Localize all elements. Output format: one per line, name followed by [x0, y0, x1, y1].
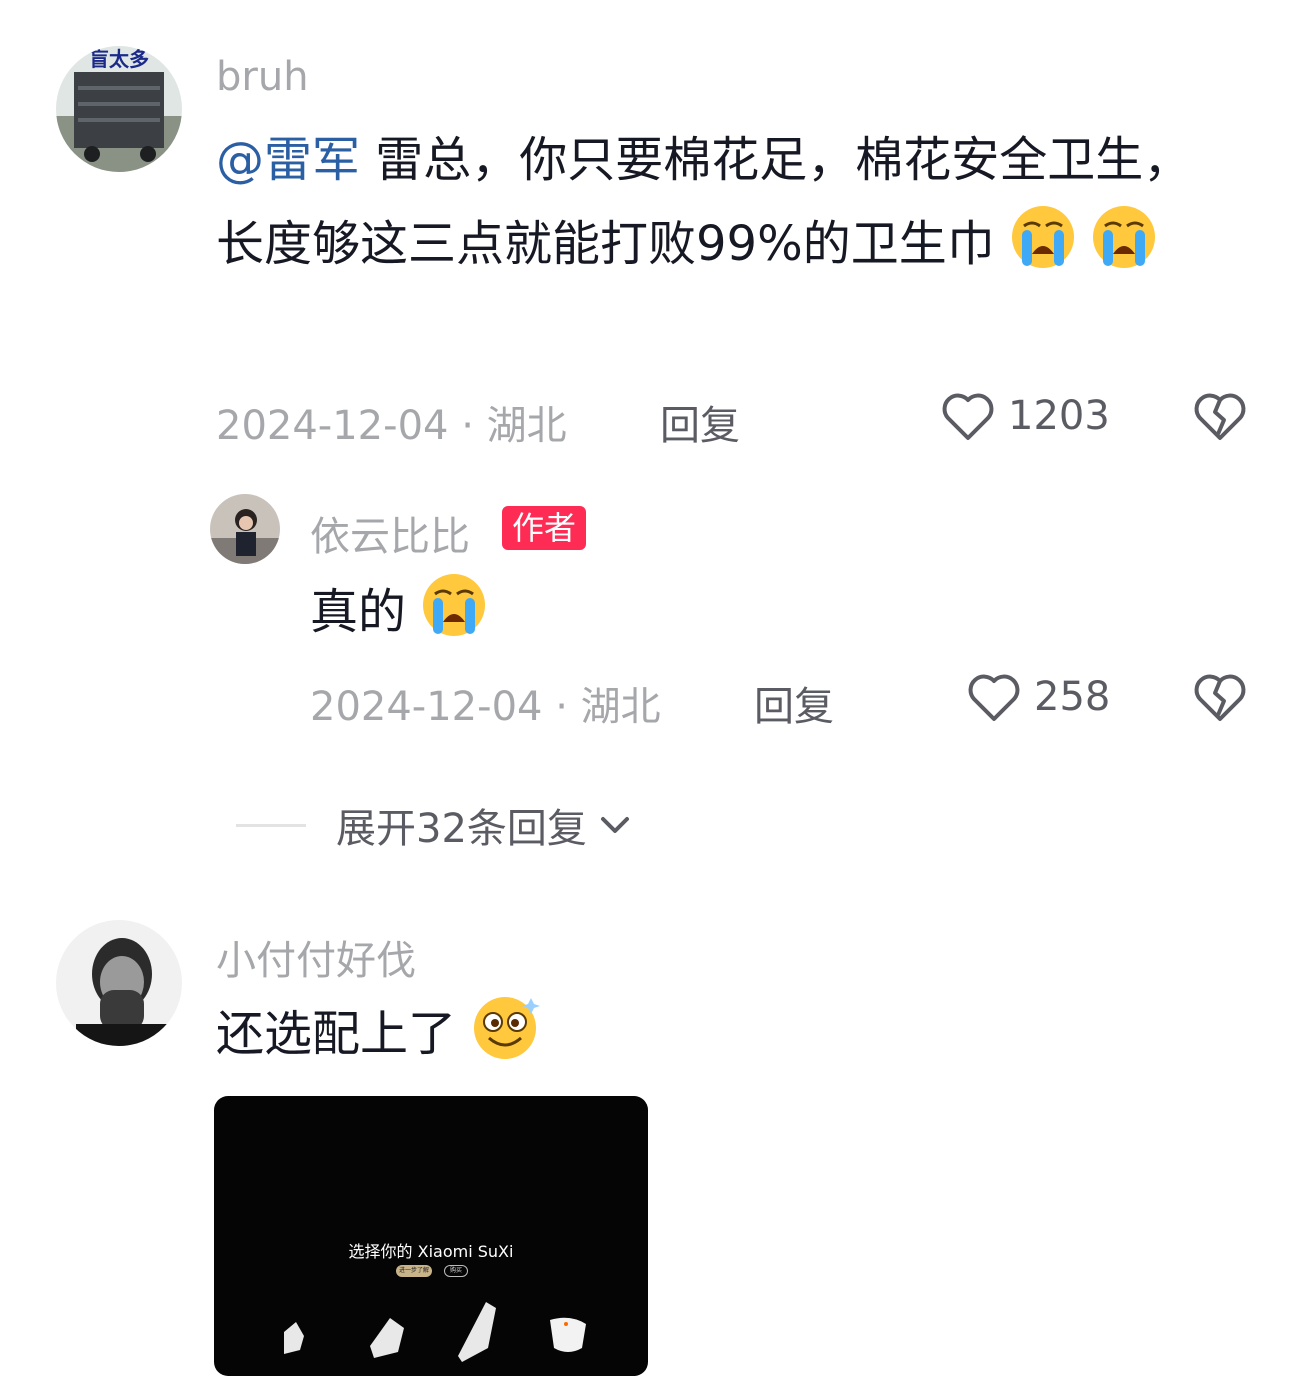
loudly-crying-emoji — [1010, 204, 1076, 296]
loudly-crying-emoji — [1091, 204, 1157, 296]
comment-location: 湖北 — [580, 684, 661, 730]
reply-button[interactable]: 回复 — [754, 674, 834, 732]
comment-date: 2024-12-04 — [216, 403, 449, 449]
expand-replies-label: 展开32条回复 — [336, 806, 587, 852]
media-pill-primary: 进一步了解 — [396, 1265, 432, 1277]
comment-item: 小付付好伐 还选配上了 选择你的 Xiaomi SuXi 进一步了解 购买 — [0, 900, 1316, 1376]
reply-button[interactable]: 回复 — [660, 393, 740, 451]
like-count: 258 — [1034, 674, 1111, 720]
meta-separator: · — [461, 403, 474, 449]
dislike-button[interactable] — [1192, 671, 1248, 727]
comment-meta: 2024-12-04 · 湖北 — [216, 393, 567, 451]
broken-heart-icon — [1194, 674, 1246, 721]
reply-item: 依云比比 作者 真的 2024-12-04 · 湖北 回复 258 — [0, 460, 1316, 780]
heart-outline-icon — [968, 674, 1020, 721]
username[interactable]: 小付付好伐 — [216, 928, 416, 986]
media-pill-secondary: 购买 — [444, 1265, 468, 1277]
like-button[interactable]: 258 — [966, 671, 1110, 723]
mention-link[interactable]: @雷军 — [216, 132, 360, 188]
comment-date: 2024-12-04 — [310, 684, 543, 730]
loudly-crying-emoji — [421, 572, 487, 664]
comment-item: 盲太多 bruh @雷军 雷总，你只要棉花足，棉花安全卫生，长度够这三点就能打败… — [0, 0, 1316, 460]
heart-outline-icon — [942, 393, 994, 440]
dizzy-face-emoji — [471, 992, 543, 1086]
avatar[interactable] — [56, 920, 182, 1046]
expand-replies-button[interactable]: 展开32条回复 — [236, 796, 635, 854]
meta-separator: · — [555, 684, 568, 730]
comment-location: 湖北 — [486, 403, 567, 449]
comment-text: 真的 — [310, 570, 487, 664]
broken-heart-icon — [1194, 393, 1246, 440]
comment-text: @雷军 雷总，你只要棉花足，棉花安全卫生，长度够这三点就能打败99%的卫生巾 — [216, 118, 1226, 296]
username[interactable]: bruh — [216, 54, 309, 100]
comment-meta: 2024-12-04 · 湖北 — [310, 674, 661, 732]
media-thumbnail[interactable]: 选择你的 Xiaomi SuXi 进一步了解 购买 — [214, 1096, 648, 1376]
comment-body: 还选配上了 — [216, 1006, 457, 1062]
svg-text:盲太多: 盲太多 — [89, 47, 149, 71]
chevron-down-icon — [600, 817, 629, 833]
avatar[interactable] — [210, 494, 280, 564]
product-images — [284, 1302, 586, 1362]
avatar[interactable]: 盲太多 — [56, 46, 182, 172]
author-badge: 作者 — [502, 506, 587, 550]
media-title: 选择你的 Xiaomi SuXi — [348, 1242, 514, 1261]
username[interactable]: 依云比比 — [310, 504, 470, 562]
dislike-button[interactable] — [1192, 390, 1248, 446]
like-count: 1203 — [1008, 393, 1110, 439]
comment-text: 还选配上了 — [216, 992, 543, 1086]
like-button[interactable]: 1203 — [940, 390, 1110, 442]
divider-line — [236, 823, 306, 827]
comment-body: 真的 — [310, 584, 407, 640]
